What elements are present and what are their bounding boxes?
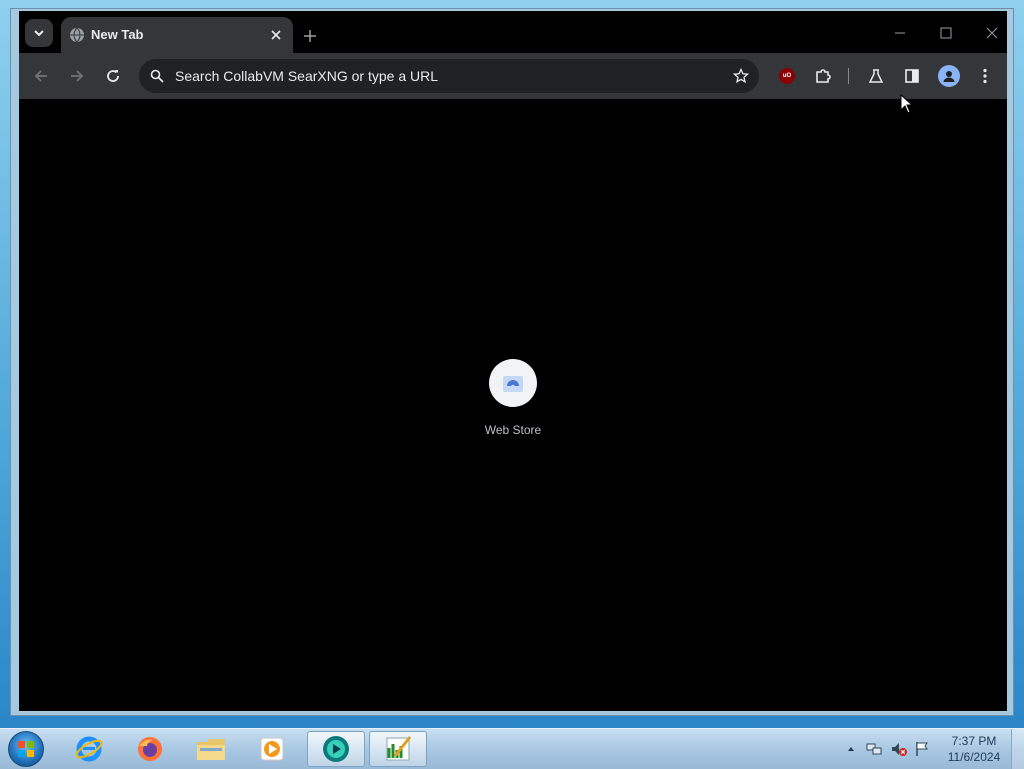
kebab-menu-icon [983, 68, 987, 84]
volume-muted-icon[interactable] [891, 741, 907, 757]
bookmark-star-icon[interactable] [731, 66, 751, 86]
shortcut-label: Web Store [484, 423, 542, 437]
taskbar-firefox[interactable] [121, 731, 179, 767]
extensions-button[interactable] [811, 64, 835, 88]
browser-window: New Tab Search CollabVM SearXNG or type … [10, 8, 1014, 716]
puzzle-icon [816, 69, 831, 83]
back-button[interactable] [29, 64, 53, 88]
side-panel-button[interactable] [900, 64, 924, 88]
tab-close-button[interactable] [267, 26, 285, 44]
minimize-button[interactable] [885, 23, 915, 43]
mouse-cursor-icon [900, 94, 914, 114]
new-tab-page: Web Store [19, 99, 1007, 711]
firefox-icon [138, 737, 162, 761]
browser-toolbar: Search CollabVM SearXNG or type a URL uO [19, 53, 1007, 99]
taskbar-task-manager[interactable] [369, 731, 427, 767]
taskbar-file-explorer[interactable] [182, 731, 240, 767]
show-desktop-button[interactable] [1011, 729, 1024, 769]
ublock-origin-icon[interactable]: uO [779, 68, 795, 84]
maximize-icon [940, 27, 952, 39]
chevron-down-icon [34, 30, 44, 37]
clock-date: 11/6/2024 [947, 750, 1001, 764]
arrow-left-icon [34, 70, 47, 82]
tab-search-button[interactable] [25, 19, 53, 47]
action-center-flag-icon[interactable] [914, 741, 930, 757]
tab-strip: New Tab [19, 11, 1007, 53]
menu-button[interactable] [973, 64, 997, 88]
web-store-icon [489, 359, 537, 407]
start-button[interactable] [8, 731, 44, 767]
chevron-up-icon [848, 747, 854, 751]
tab-title: New Tab [91, 27, 144, 42]
search-icon [147, 66, 167, 86]
clock-time: 7:37 PM [951, 734, 997, 748]
close-icon [271, 30, 281, 40]
ublock-badge: uO [782, 73, 792, 79]
forward-button[interactable] [65, 64, 89, 88]
taskbar-browser[interactable] [307, 731, 365, 767]
profile-avatar-icon[interactable] [938, 65, 960, 87]
show-hidden-icons-button[interactable] [843, 741, 859, 757]
folder-icon [197, 739, 225, 760]
windows-logo-icon [18, 741, 34, 757]
flask-icon [868, 69, 884, 83]
arrow-right-icon [71, 70, 84, 82]
close-window-button[interactable] [977, 23, 1007, 43]
maximize-button[interactable] [931, 23, 961, 43]
chart-icon [386, 736, 412, 761]
shortcut-tile-web-store[interactable]: Web Store [481, 359, 545, 449]
network-icon[interactable] [866, 741, 882, 757]
tab-new-tab[interactable]: New Tab [61, 17, 293, 53]
reload-icon [107, 70, 119, 82]
minimize-icon [895, 32, 905, 34]
address-bar[interactable]: Search CollabVM SearXNG or type a URL [139, 59, 759, 93]
system-clock[interactable]: 7:37 PM 11/6/2024 [938, 733, 1010, 765]
address-bar-placeholder: Search CollabVM SearXNG or type a URL [175, 68, 438, 84]
plus-icon [304, 30, 316, 42]
browser-icon [323, 736, 349, 762]
taskbar-internet-explorer[interactable] [60, 731, 118, 767]
side-panel-icon [905, 69, 919, 83]
globe-icon [69, 27, 85, 43]
taskbar-media-player[interactable] [243, 731, 301, 767]
labs-button[interactable] [864, 64, 888, 88]
taskbar: 7:37 PM 11/6/2024 [0, 728, 1024, 769]
ie-icon [75, 736, 103, 762]
close-icon [986, 27, 998, 39]
browser-frame: New Tab Search CollabVM SearXNG or type … [19, 11, 1007, 711]
new-tab-button[interactable] [299, 25, 321, 47]
reload-button[interactable] [101, 64, 125, 88]
toolbar-divider [848, 68, 849, 84]
media-player-icon [260, 737, 284, 761]
